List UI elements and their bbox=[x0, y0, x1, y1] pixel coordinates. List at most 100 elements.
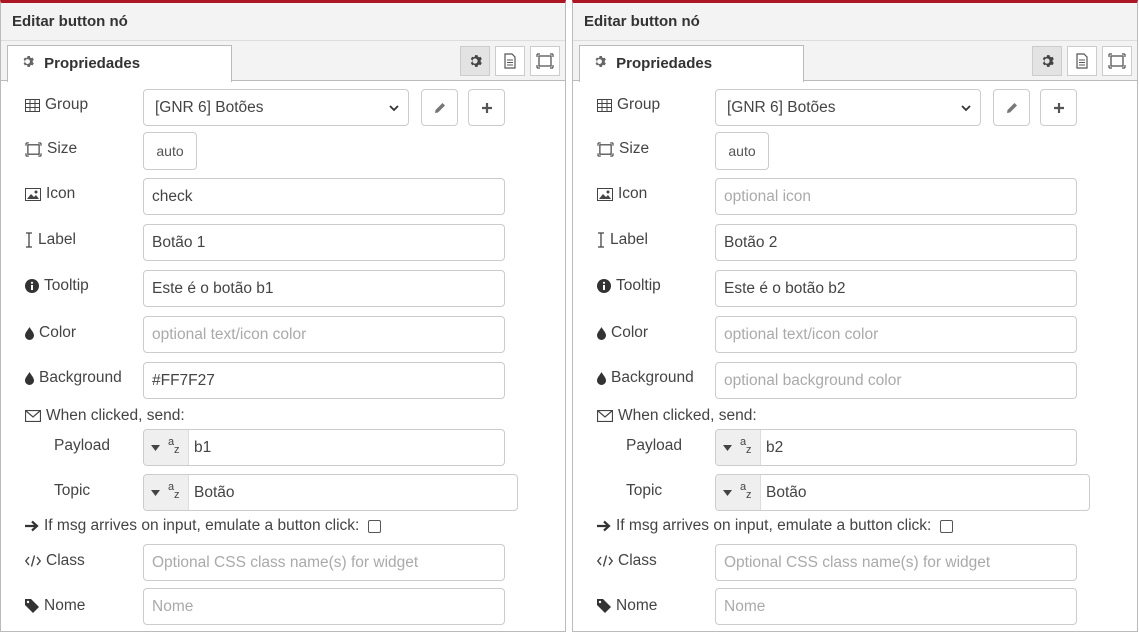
background-input[interactable]: #FF7F27 bbox=[143, 362, 505, 399]
string-type-icon: az bbox=[168, 480, 180, 501]
gear-icon bbox=[593, 55, 610, 72]
tag-icon bbox=[25, 599, 39, 613]
tab-bar: Propriedades bbox=[573, 41, 1137, 82]
text-cursor-icon bbox=[26, 232, 32, 248]
plus-icon bbox=[1053, 102, 1064, 113]
droplet-icon bbox=[597, 371, 606, 385]
tooltip-label: Tooltip bbox=[25, 277, 89, 295]
description-tab-icon[interactable] bbox=[1067, 46, 1097, 76]
topic-type-select[interactable]: az bbox=[144, 475, 189, 510]
payload-type-select[interactable]: az bbox=[144, 430, 189, 465]
name-input[interactable]: Nome bbox=[143, 588, 505, 625]
resize-icon bbox=[25, 141, 42, 157]
when-clicked-label: When clicked, send: bbox=[25, 407, 185, 425]
table-icon bbox=[25, 98, 40, 112]
tab-label: Propriedades bbox=[616, 55, 713, 72]
tab-properties[interactable]: Propriedades bbox=[7, 45, 232, 82]
appearance-tab-icon[interactable] bbox=[1102, 46, 1132, 76]
droplet-icon bbox=[597, 326, 606, 340]
size-button[interactable]: auto bbox=[143, 132, 197, 170]
payload-type-select[interactable]: az bbox=[716, 430, 761, 465]
emulate-checkbox[interactable] bbox=[940, 519, 954, 533]
color-label: Color bbox=[25, 324, 76, 342]
string-type-icon: az bbox=[168, 435, 180, 456]
droplet-icon bbox=[25, 326, 34, 340]
info-icon bbox=[25, 279, 39, 293]
topic-label: Topic bbox=[54, 482, 91, 499]
caret-down-icon bbox=[723, 489, 732, 496]
background-label: Background bbox=[25, 369, 122, 387]
edit-group-button[interactable] bbox=[993, 89, 1030, 126]
payload-typed-input[interactable]: az b2 bbox=[715, 429, 1077, 466]
envelope-icon bbox=[25, 410, 41, 422]
name-input[interactable]: Nome bbox=[715, 588, 1077, 625]
color-input[interactable]: optional text/icon color bbox=[143, 316, 505, 353]
settings-tab-icon[interactable] bbox=[1032, 46, 1062, 76]
color-label: Color bbox=[597, 324, 648, 342]
icon-input[interactable]: optional icon bbox=[715, 178, 1077, 215]
add-group-button[interactable] bbox=[468, 89, 505, 126]
size-label: Size bbox=[597, 140, 649, 158]
edit-panel-right: Editar button nó Propriedades Group [GNR bbox=[572, 0, 1138, 632]
emulate-row: If msg arrives on input, emulate a butto… bbox=[25, 517, 382, 535]
icon-input[interactable]: check bbox=[143, 178, 505, 215]
arrow-right-icon bbox=[25, 520, 39, 532]
tag-icon bbox=[597, 599, 611, 613]
icon-label: Icon bbox=[25, 185, 75, 203]
background-label: Background bbox=[597, 369, 694, 387]
appearance-tab-icon[interactable] bbox=[530, 46, 560, 76]
group-select[interactable]: [GNR 6] Botões bbox=[715, 89, 981, 126]
tooltip-input[interactable]: Este é o botão b1 bbox=[143, 270, 505, 307]
payload-label: Payload bbox=[54, 437, 111, 454]
class-label: Class bbox=[597, 552, 657, 570]
tab-label: Propriedades bbox=[44, 55, 141, 72]
envelope-icon bbox=[597, 410, 613, 422]
payload-typed-input[interactable]: az b1 bbox=[143, 429, 505, 466]
background-input[interactable]: optional background color bbox=[715, 362, 1077, 399]
image-icon bbox=[25, 187, 41, 201]
name-label: Nome bbox=[597, 597, 657, 615]
caret-down-icon bbox=[151, 444, 160, 451]
add-group-button[interactable] bbox=[1040, 89, 1077, 126]
label-input[interactable]: Botão 1 bbox=[143, 224, 505, 261]
chevron-down-icon bbox=[388, 101, 400, 119]
droplet-icon bbox=[25, 371, 34, 385]
arrow-right-icon bbox=[597, 520, 611, 532]
emulate-checkbox[interactable] bbox=[368, 519, 382, 533]
settings-tab-icon[interactable] bbox=[460, 46, 490, 76]
class-label: Class bbox=[25, 552, 85, 570]
topic-typed-input[interactable]: az Botão bbox=[715, 474, 1090, 511]
resize-icon bbox=[597, 141, 614, 157]
label-input[interactable]: Botão 2 bbox=[715, 224, 1077, 261]
tray-title: Editar button nó bbox=[573, 3, 1137, 41]
topic-type-select[interactable]: az bbox=[716, 475, 761, 510]
when-clicked-label: When clicked, send: bbox=[597, 407, 757, 425]
chevron-down-icon bbox=[960, 101, 972, 119]
tray-title: Editar button nó bbox=[1, 3, 565, 41]
tooltip-input[interactable]: Este é o botão b2 bbox=[715, 270, 1077, 307]
string-type-icon: az bbox=[740, 480, 752, 501]
string-type-icon: az bbox=[740, 435, 752, 456]
tab-bar: Propriedades bbox=[1, 41, 565, 82]
label-label: Label bbox=[597, 231, 648, 249]
icon-label: Icon bbox=[597, 185, 647, 203]
text-cursor-icon bbox=[598, 232, 604, 248]
edit-group-button[interactable] bbox=[421, 89, 458, 126]
edit-panel-left: Editar button nó Propriedades Group [GNR bbox=[0, 0, 566, 632]
size-button[interactable]: auto bbox=[715, 132, 769, 170]
topic-typed-input[interactable]: az Botão bbox=[143, 474, 518, 511]
plus-icon bbox=[481, 102, 492, 113]
group-select[interactable]: [GNR 6] Botões bbox=[143, 89, 409, 126]
tooltip-label: Tooltip bbox=[597, 277, 661, 295]
emulate-row: If msg arrives on input, emulate a butto… bbox=[597, 517, 954, 535]
pencil-icon bbox=[1006, 102, 1017, 113]
class-input[interactable]: Optional CSS class name(s) for widget bbox=[143, 544, 505, 581]
description-tab-icon[interactable] bbox=[495, 46, 525, 76]
tab-properties[interactable]: Propriedades bbox=[579, 45, 804, 82]
group-label: Group bbox=[597, 96, 660, 114]
color-input[interactable]: optional text/icon color bbox=[715, 316, 1077, 353]
pencil-icon bbox=[434, 102, 445, 113]
code-icon bbox=[597, 555, 613, 567]
caret-down-icon bbox=[723, 444, 732, 451]
class-input[interactable]: Optional CSS class name(s) for widget bbox=[715, 544, 1077, 581]
